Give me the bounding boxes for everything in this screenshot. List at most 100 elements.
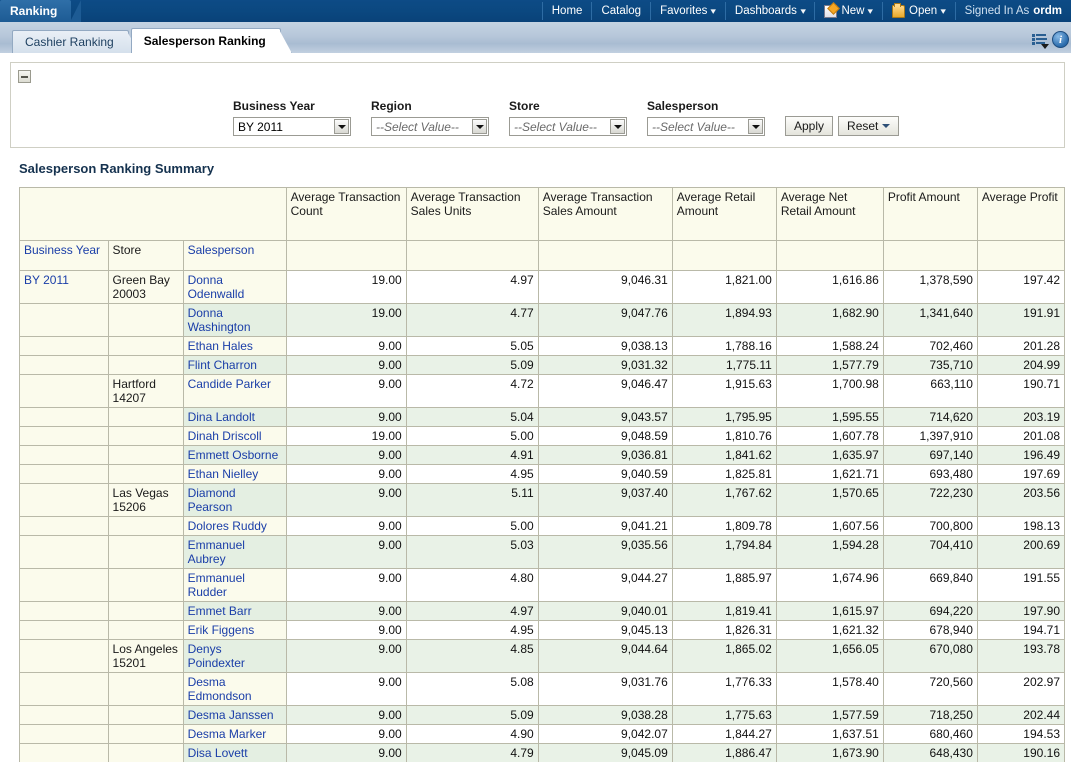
cell-salesperson[interactable]: Emmet Barr: [183, 601, 287, 621]
cell-measure-3: 1,810.76: [672, 426, 777, 446]
cell-salesperson[interactable]: Denys Poindexter: [183, 639, 287, 673]
signed-in-user: ordm: [1033, 5, 1062, 17]
cell-business-year[interactable]: BY 2011: [20, 270, 109, 304]
column-header-store[interactable]: Store: [108, 240, 184, 271]
cell-salesperson[interactable]: Flint Charron: [183, 355, 287, 375]
cell-business-year: [20, 374, 109, 408]
nav-dashboards-label: Dashboards: [734, 5, 797, 17]
cell-business-year: [20, 303, 109, 337]
cell-salesperson[interactable]: Desma Marker: [183, 724, 287, 744]
dashboard-content: Business Year BY 2011 Region --Select Va…: [0, 53, 1071, 782]
chevron-down-icon[interactable]: [334, 119, 349, 134]
nav-catalog[interactable]: Catalog: [592, 2, 652, 20]
table-row: Erik Figgens 9.00 4.95 9,045.13 1,826.31 1,62…: [20, 620, 1065, 640]
cell-salesperson[interactable]: Emmanuel Aubrey: [183, 535, 287, 569]
collapse-minus-icon[interactable]: [18, 70, 31, 83]
cell-salesperson[interactable]: Disa Lovett: [183, 743, 287, 762]
salesperson-select[interactable]: --Select Value--: [647, 117, 765, 136]
cell-measure-0: 9.00: [286, 639, 407, 673]
cell-salesperson[interactable]: Ethan Nielley: [183, 464, 287, 484]
cell-measure-0: 9.00: [286, 355, 407, 375]
cell-measure-2: 9,044.27: [538, 568, 673, 602]
chevron-down-icon[interactable]: [610, 119, 625, 134]
tab-salesperson-ranking[interactable]: Salesperson Ranking: [130, 28, 281, 53]
nav-favorites[interactable]: Favorites ▾: [651, 2, 726, 20]
cell-measure-1: 4.85: [406, 639, 539, 673]
cell-measure-2: 9,038.13: [538, 336, 673, 356]
cell-measure-4: 1,621.71: [776, 464, 884, 484]
cell-measure-5: 693,480: [883, 464, 978, 484]
signed-in-prefix: Signed In As: [964, 5, 1030, 17]
cell-salesperson[interactable]: Emmanuel Rudder: [183, 568, 287, 602]
chevron-down-icon[interactable]: [472, 119, 487, 134]
cell-salesperson[interactable]: Dina Landolt: [183, 407, 287, 427]
help-icon[interactable]: i: [1052, 31, 1069, 48]
cell-measure-5: 720,560: [883, 672, 978, 706]
salesperson-ranking-table: Average Transaction Count Average Transa…: [20, 188, 1065, 762]
column-header-business-year[interactable]: Business Year: [20, 240, 109, 271]
cell-salesperson[interactable]: Ethan Hales: [183, 336, 287, 356]
cell-measure-6: 190.16: [977, 743, 1065, 762]
cell-measure-5: 694,220: [883, 601, 978, 621]
cell-measure-6: 198.13: [977, 516, 1065, 536]
column-header-salesperson[interactable]: Salesperson: [183, 240, 287, 271]
chevron-down-icon[interactable]: [748, 119, 763, 134]
filter-store-label: Store: [509, 99, 540, 113]
cell-salesperson[interactable]: Desma Edmondson: [183, 672, 287, 706]
nav-dashboards[interactable]: Dashboards ▾: [726, 2, 816, 20]
nav-new[interactable]: New ▾: [815, 2, 883, 20]
cell-measure-3: 1,821.00: [672, 270, 777, 304]
cell-measure-1: 4.97: [406, 601, 539, 621]
cell-salesperson[interactable]: Donna Washington: [183, 303, 287, 337]
table-row: Los Angeles 15201 Denys Poindexter 9.00 4.8…: [20, 639, 1065, 673]
cell-measure-0: 9.00: [286, 407, 407, 427]
cell-measure-2: 9,031.76: [538, 672, 673, 706]
nav-open[interactable]: Open ▾: [883, 2, 956, 20]
cell-measure-3: 1,825.81: [672, 464, 777, 484]
store-value: --Select Value--: [514, 119, 597, 134]
cell-store: [108, 407, 184, 427]
cell-salesperson[interactable]: Candide Parker: [183, 374, 287, 408]
cell-salesperson[interactable]: Dolores Ruddy: [183, 516, 287, 536]
business-year-select[interactable]: BY 2011: [233, 117, 351, 136]
table-row: Flint Charron 9.00 5.09 9,031.32 1,775.11 1,5…: [20, 355, 1065, 375]
cell-salesperson[interactable]: Desma Janssen: [183, 705, 287, 725]
help-icon-glyph: i: [1058, 33, 1063, 46]
page-options-icon[interactable]: [1032, 33, 1049, 49]
cell-salesperson[interactable]: Erik Figgens: [183, 620, 287, 640]
cell-store: [108, 464, 184, 484]
cell-measure-0: 9.00: [286, 464, 407, 484]
reset-button[interactable]: Reset: [838, 116, 900, 136]
cell-measure-2: 9,043.57: [538, 407, 673, 427]
new-document-icon: [824, 4, 838, 18]
cell-measure-6: 190.71: [977, 374, 1065, 408]
signed-in-as[interactable]: Signed In As ordm: [956, 2, 1071, 20]
cell-business-year: [20, 743, 109, 762]
filter-business-year-label: Business Year: [233, 99, 315, 113]
filter-salesperson-label: Salesperson: [647, 99, 719, 113]
tab-salesperson-ranking-label: Salesperson Ranking: [143, 34, 266, 48]
nav-favorites-label: Favorites: [660, 5, 708, 17]
cell-measure-3: 1,809.78: [672, 516, 777, 536]
nav-home[interactable]: Home: [541, 2, 593, 20]
cell-store: [108, 601, 184, 621]
cell-measure-5: 735,710: [883, 355, 978, 375]
cell-measure-1: 5.00: [406, 516, 539, 536]
cell-measure-3: 1,794.84: [672, 535, 777, 569]
table-body: BY 2011 Green Bay 20003 Donna Odenwalld 19.…: [20, 270, 1065, 762]
application-tab[interactable]: Ranking: [0, 0, 82, 22]
tab-cashier-ranking[interactable]: Cashier Ranking: [12, 30, 129, 53]
nav-new-label: New: [841, 5, 865, 17]
spacer-cell: [286, 240, 407, 271]
cell-business-year: [20, 705, 109, 725]
region-select[interactable]: --Select Value--: [371, 117, 489, 136]
cell-salesperson[interactable]: Donna Odenwalld: [183, 270, 287, 304]
store-select[interactable]: --Select Value--: [509, 117, 627, 136]
cell-measure-3: 1,776.33: [672, 672, 777, 706]
cell-measure-2: 9,044.64: [538, 639, 673, 673]
cell-salesperson[interactable]: Dinah Driscoll: [183, 426, 287, 446]
cell-salesperson[interactable]: Emmett Osborne: [183, 445, 287, 465]
cell-salesperson[interactable]: Diamond Pearson: [183, 483, 287, 517]
apply-button[interactable]: Apply: [785, 116, 834, 136]
cell-measure-6: 200.69: [977, 535, 1065, 569]
